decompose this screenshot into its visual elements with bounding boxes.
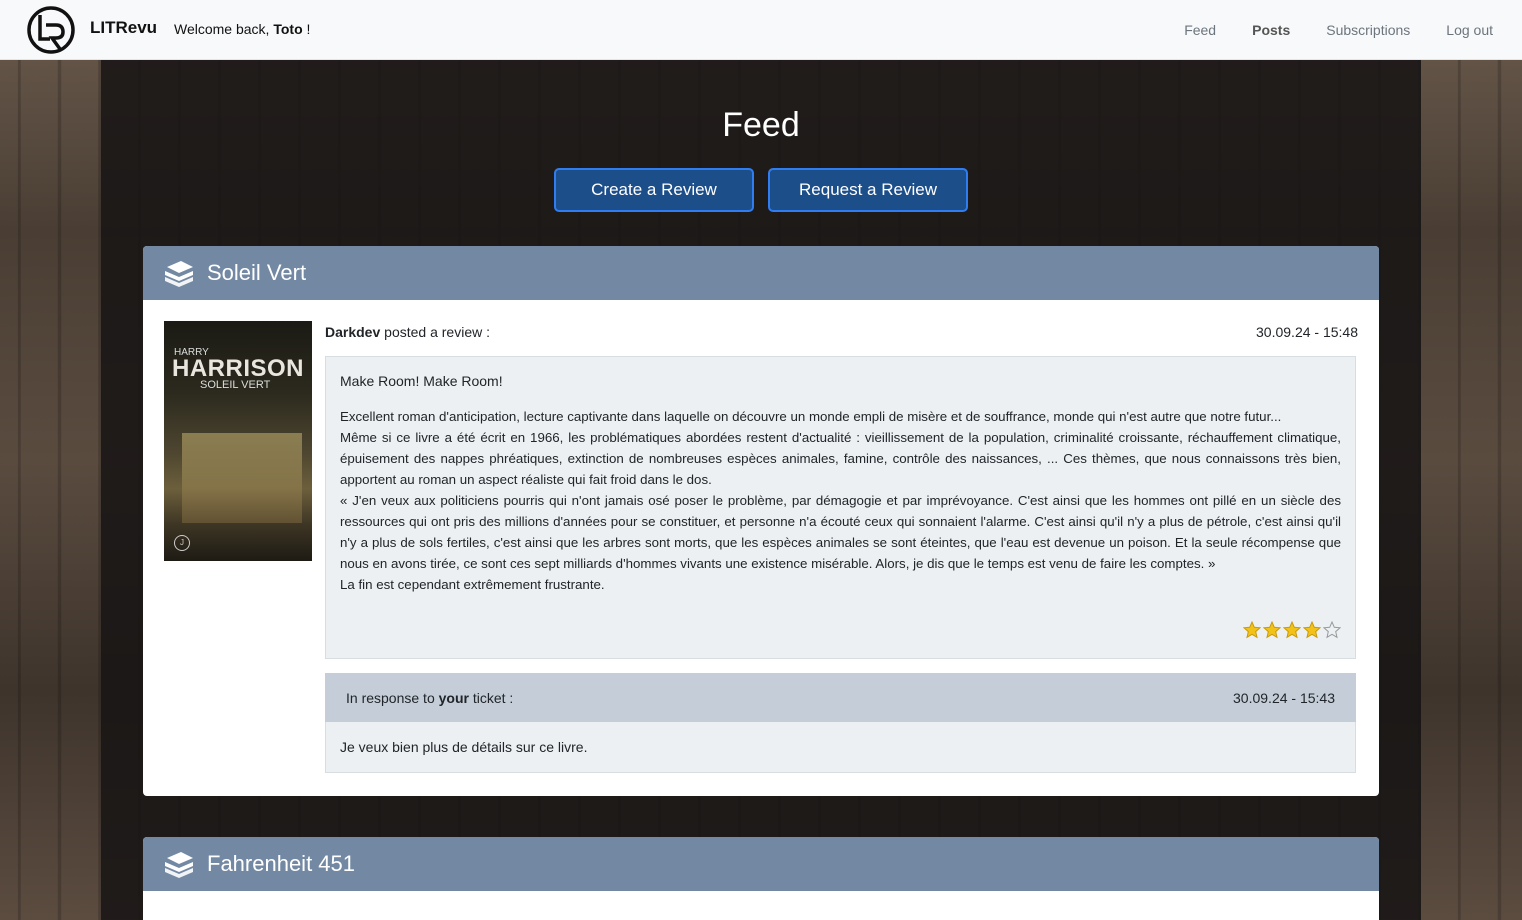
navbar: LITRevu Welcome back, Toto ! Feed Posts … xyxy=(0,0,1522,60)
create-review-button[interactable]: Create a Review xyxy=(554,168,754,212)
publisher-logo-icon: J xyxy=(174,535,190,551)
nav-link-posts[interactable]: Posts xyxy=(1234,22,1308,38)
welcome-message: Welcome back, Toto ! xyxy=(174,21,311,37)
rating-stars xyxy=(1241,621,1341,639)
star-empty-icon xyxy=(1323,621,1341,639)
book-title[interactable]: Fahrenheit 451 xyxy=(207,851,355,877)
page-title: Feed xyxy=(722,106,800,144)
post-meta: Darkdev posted a review : xyxy=(325,324,490,340)
main-content: Feed Create a Review Request a Review So… xyxy=(101,60,1421,920)
nav-link-subscriptions[interactable]: Subscriptions xyxy=(1308,22,1428,38)
star-filled-icon xyxy=(1303,621,1321,639)
post-author: Darkdev xyxy=(325,324,381,340)
request-review-button[interactable]: Request a Review xyxy=(768,168,968,212)
response-date: 30.09.24 - 15:43 xyxy=(1233,689,1335,706)
post-card: Fahrenheit 451 xyxy=(143,837,1379,920)
post-card: Soleil Vert HARRY HARRISON SOLEIL VERT J… xyxy=(143,246,1379,796)
nav-link-feed[interactable]: Feed xyxy=(1166,22,1234,38)
book-title[interactable]: Soleil Vert xyxy=(207,260,306,286)
post-card-header: Soleil Vert xyxy=(143,246,1379,300)
litrevu-logo-icon[interactable] xyxy=(26,5,76,55)
review-body: Excellent roman d'anticipation, lecture … xyxy=(340,409,1341,592)
review-content: Make Room! Make Room! Excellent roman d'… xyxy=(325,356,1356,659)
book-icon xyxy=(165,261,193,287)
action-buttons: Create a Review Request a Review xyxy=(554,168,982,212)
star-filled-icon xyxy=(1243,621,1261,639)
nav-links: Feed Posts Subscriptions Log out xyxy=(1166,0,1522,60)
response-ticket-text: Je veux bien plus de détails sur ce livr… xyxy=(325,722,1356,773)
post-date: 30.09.24 - 15:48 xyxy=(1256,324,1358,340)
username: Toto xyxy=(273,21,303,37)
nav-link-logout[interactable]: Log out xyxy=(1428,22,1522,38)
book-cover-image: HARRY HARRISON SOLEIL VERT J xyxy=(164,321,312,561)
response-label: In response to your ticket : xyxy=(346,689,514,706)
star-filled-icon xyxy=(1283,621,1301,639)
response-header: In response to your ticket : 30.09.24 - … xyxy=(325,673,1356,722)
brand-name[interactable]: LITRevu xyxy=(90,18,157,38)
star-filled-icon xyxy=(1263,621,1281,639)
book-icon xyxy=(165,852,193,878)
review-headline: Make Room! Make Room! xyxy=(340,373,503,389)
post-card-header: Fahrenheit 451 xyxy=(143,837,1379,891)
